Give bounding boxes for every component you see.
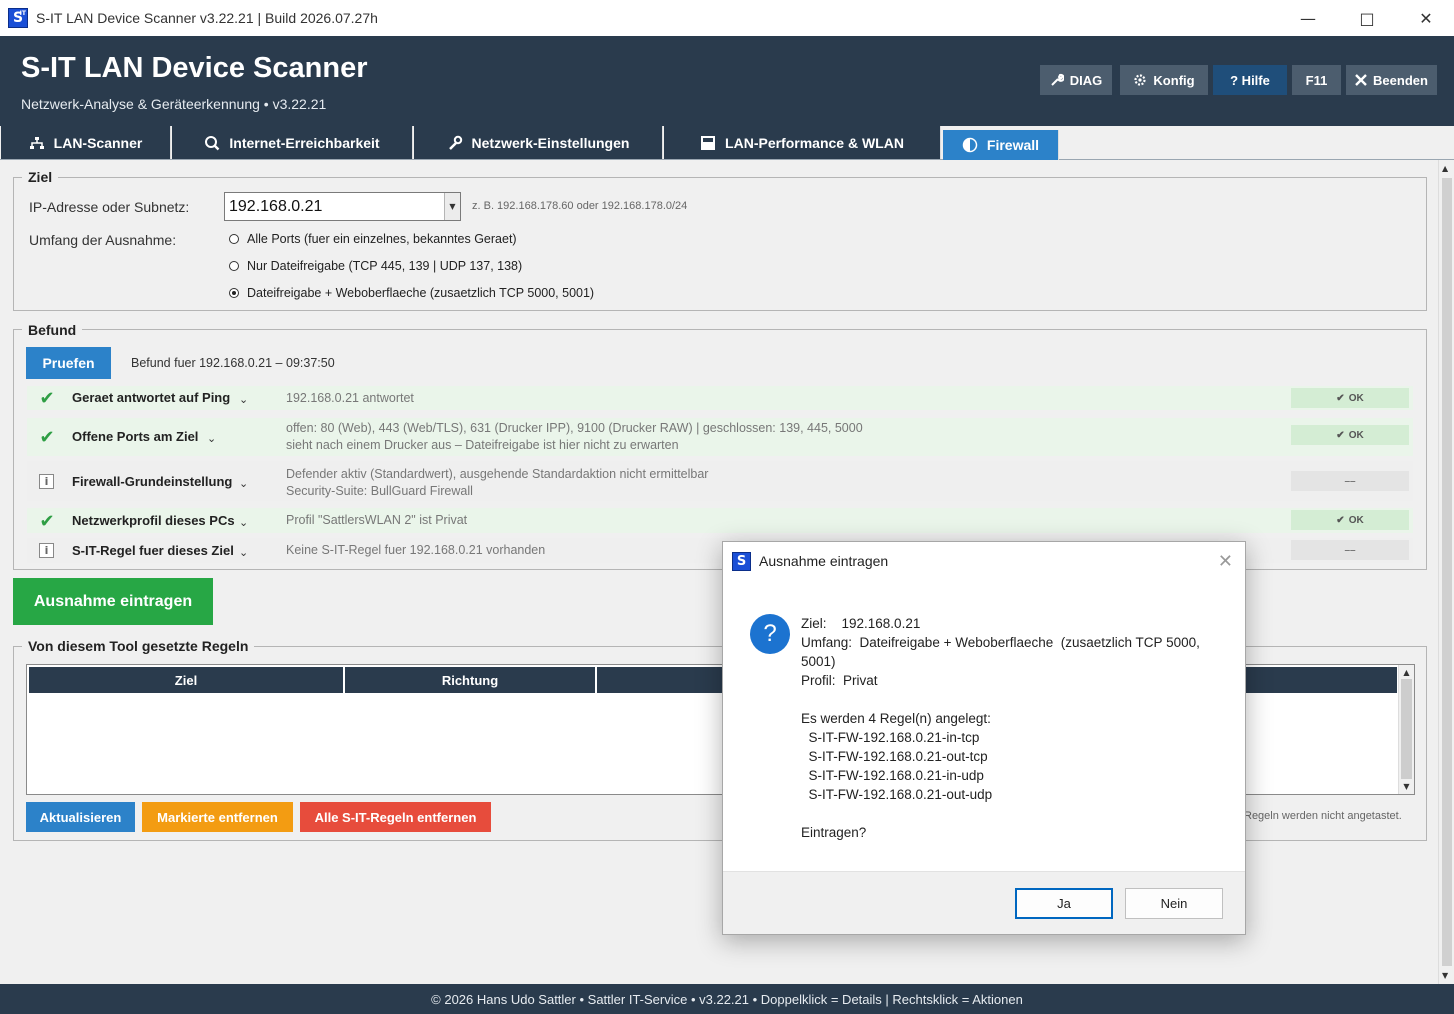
tab-lan-scanner[interactable]: LAN-Scanner (1, 126, 171, 159)
check-icon: ✔ (1336, 429, 1345, 441)
ziel-title: Ziel (22, 169, 59, 185)
radio-button[interactable] (229, 234, 239, 244)
chevron-down-icon[interactable]: ⌄ (239, 393, 248, 406)
scroll-down-icon[interactable]: ▼ (1401, 781, 1412, 792)
scroll-up-icon[interactable]: ▲ (1401, 667, 1412, 678)
maximize-icon: □ (1359, 8, 1375, 28)
check-icon: ✔ (1336, 514, 1345, 526)
gauge-icon (701, 135, 716, 150)
pruefen-button[interactable]: Pruefen (26, 347, 111, 379)
befund-row-ping[interactable]: ✔ Geraet antwortet auf Ping ⌄ 192.168.0.… (27, 386, 1413, 410)
ip-input[interactable]: 192.168.0.21 (229, 198, 322, 216)
maximize-button[interactable]: □ (1344, 0, 1390, 36)
window-titlebar: S IT S-IT LAN Device Scanner v3.22.21 | B… (0, 0, 1454, 36)
dialog-titlebar: S Ausnahme eintragen ✕ (723, 542, 1245, 580)
help-button[interactable]: ? Hilfe (1213, 65, 1287, 95)
radio-file-sharing-web[interactable]: Dateifreigabe + Weboberflaeche (zusaetzl… (229, 286, 594, 300)
close-icon[interactable]: ✕ (1218, 551, 1233, 572)
f11-button[interactable]: F11 (1292, 65, 1341, 95)
wrench-icon (1051, 73, 1064, 86)
network-icon (29, 136, 44, 149)
page-scrollbar[interactable]: ▲ ▼ (1438, 160, 1454, 984)
info-icon: i (39, 543, 54, 558)
chevron-down-icon[interactable]: ⌄ (207, 432, 216, 445)
close-icon: ✕ (1419, 8, 1433, 28)
ip-label: IP-Adresse oder Subnetz: (29, 199, 190, 215)
table-scrollbar[interactable]: ▲ ▼ (1398, 665, 1414, 794)
column-header-ziel[interactable]: Ziel (29, 667, 345, 693)
tab-lan-performance[interactable]: LAN-Performance & WLAN (664, 126, 941, 159)
app-icon: S (732, 551, 751, 571)
beenden-button[interactable]: Beenden (1346, 65, 1437, 95)
shield-icon (962, 137, 978, 153)
tab-netzwerk-einstellungen[interactable]: Netzwerk-Einstellungen (414, 126, 663, 159)
alle-regeln-entfernen-button[interactable]: Alle S-IT-Regeln entfernen (300, 802, 491, 832)
tab-firewall[interactable]: Firewall (943, 130, 1059, 160)
scroll-thumb[interactable] (1442, 178, 1452, 966)
window-title: S-IT LAN Device Scanner v3.22.21 | Build… (36, 10, 378, 26)
check-icon: ✔ (39, 387, 55, 409)
tab-bar: LAN-Scanner Internet-Erreichbarkeit Netz… (0, 126, 1454, 160)
befund-status: Befund fuer 192.168.0.21 – 09:37:50 (131, 356, 335, 370)
aktualisieren-button[interactable]: Aktualisieren (26, 802, 135, 832)
scroll-up-icon[interactable]: ▲ (1442, 164, 1448, 173)
app-header: S-IT LAN Device Scanner Netzwerk-Analyse… (0, 36, 1454, 126)
close-window-button[interactable]: ✕ (1403, 0, 1449, 36)
minimize-icon: — (1300, 8, 1316, 28)
nein-button[interactable]: Nein (1125, 888, 1223, 919)
ja-button[interactable]: Ja (1015, 888, 1113, 919)
radio-file-sharing[interactable]: Nur Dateifreigabe (TCP 445, 139 | UDP 13… (229, 259, 522, 273)
rules-note: Regeln werden nicht angetastet. (1244, 810, 1402, 822)
ausnahme-eintragen-button[interactable]: Ausnahme eintragen (13, 578, 213, 625)
scroll-thumb[interactable] (1401, 679, 1412, 779)
check-icon: ✔ (1336, 392, 1345, 404)
rules-title: Von diesem Tool gesetzte Regeln (22, 638, 255, 654)
status-footer: © 2026 Hans Udo Sattler • Sattler IT-Ser… (0, 984, 1454, 1014)
wrench-icon (448, 135, 462, 150)
dialog-footer: Ja Nein (723, 871, 1245, 934)
markierte-entfernen-button[interactable]: Markierte entfernen (142, 802, 293, 832)
befund-row-firewall[interactable]: i Firewall-Grundeinstellung ⌄ Defender a… (27, 461, 1413, 501)
globe-icon (205, 135, 220, 150)
status-badge: ✔ OK (1291, 425, 1409, 445)
app-title: S-IT LAN Device Scanner (21, 52, 368, 84)
ip-hint: z. B. 192.168.178.60 oder 192.168.178.0/… (472, 200, 688, 212)
question-icon: ? (750, 614, 790, 654)
info-icon: i (39, 474, 54, 489)
dialog-message: Ziel: 192.168.0.21 Umfang: Dateifreigabe… (801, 616, 1200, 840)
befund-title: Befund (22, 322, 83, 338)
check-icon: ✔ (39, 510, 55, 532)
radio-all-ports[interactable]: Alle Ports (fuer ein einzelnes, bekannte… (229, 232, 517, 246)
status-badge: –– (1291, 471, 1409, 491)
status-badge: ✔ OK (1291, 388, 1409, 408)
chevron-down-icon[interactable]: ⌄ (239, 546, 248, 559)
ausnahme-dialog[interactable]: S Ausnahme eintragen ✕ ? Ziel: 192.168.0… (722, 541, 1246, 935)
status-badge: ✔ OK (1291, 510, 1409, 530)
column-header-richtung[interactable]: Richtung (345, 667, 597, 693)
tab-internet[interactable]: Internet-Erreichbarkeit (172, 126, 413, 159)
check-icon: ✔ (39, 426, 55, 448)
chevron-down-icon[interactable]: ⌄ (239, 516, 248, 529)
ip-combobox[interactable]: 192.168.0.21 ▼ (224, 192, 461, 221)
scroll-down-icon[interactable]: ▼ (1442, 971, 1448, 980)
app-icon: S IT (8, 8, 28, 28)
dropdown-arrow-icon[interactable]: ▼ (444, 193, 460, 220)
radio-button-selected[interactable] (229, 288, 239, 298)
diag-button[interactable]: DIAG (1040, 65, 1112, 95)
app-subtitle: Netzwerk-Analyse & Geräteerkennung • v3.… (21, 96, 327, 112)
status-badge: –– (1291, 540, 1409, 560)
gear-icon (1134, 74, 1147, 86)
chevron-down-icon[interactable]: ⌄ (239, 477, 248, 490)
minimize-button[interactable]: — (1285, 0, 1331, 36)
scope-label: Umfang der Ausnahme: (29, 232, 177, 248)
befund-row-profile[interactable]: ✔ Netzwerkprofil dieses PCs ⌄ Profil "Sa… (27, 508, 1413, 533)
close-icon (1355, 74, 1367, 86)
radio-button[interactable] (229, 261, 239, 271)
konfig-button[interactable]: Konfig (1120, 65, 1208, 95)
befund-row-ports[interactable]: ✔ Offene Ports am Ziel ⌄ offen: 80 (Web)… (27, 418, 1413, 456)
dialog-title: Ausnahme eintragen (759, 553, 889, 569)
